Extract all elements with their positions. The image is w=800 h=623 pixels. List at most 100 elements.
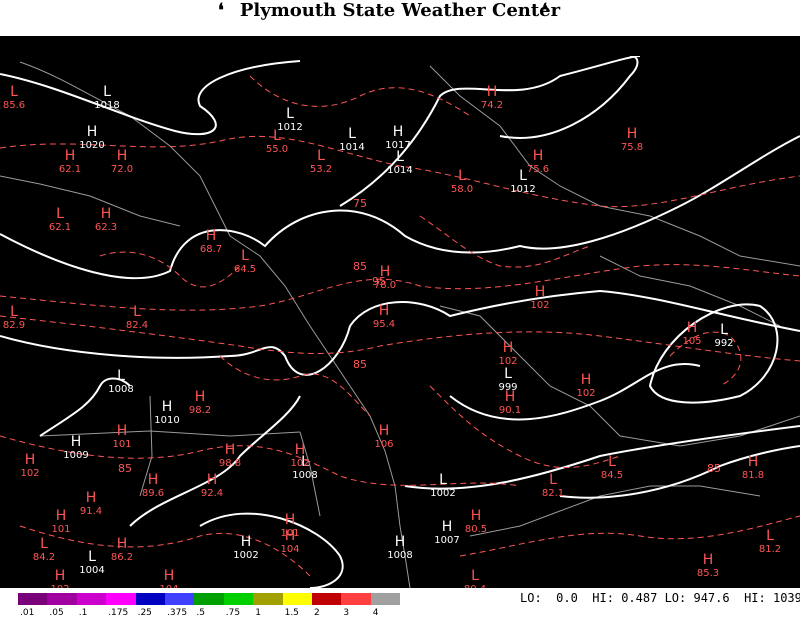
precip-lo-label: LO: <box>520 591 542 605</box>
temperature-center: L64.5 <box>234 248 256 275</box>
temperature-center-value: 80.5 <box>465 524 487 535</box>
pressure-center-type: L <box>504 366 512 382</box>
temperature-center-type: L <box>549 472 557 488</box>
pressure-center: H1009 <box>63 434 88 461</box>
temperature-center-value: 68.7 <box>200 244 222 255</box>
pressure-center: L1008 <box>108 368 133 395</box>
temperature-center-value: 104 <box>280 544 299 555</box>
legend-swatch <box>253 593 283 605</box>
isotherm <box>0 264 800 311</box>
pressure-center-value: 1008 <box>387 550 412 561</box>
temperature-center-type: H <box>117 536 128 552</box>
pressure-center-type: L <box>286 106 294 122</box>
precip-hi-value: 0.487 <box>621 591 658 605</box>
temperature-center: H85.3 <box>697 552 719 579</box>
pressure-center: H1002 <box>233 534 258 561</box>
temperature-center-type: H <box>627 126 638 142</box>
legend-label: .01 <box>20 608 35 618</box>
temperature-center-type: L <box>471 568 479 584</box>
pressure-center-value: 1002 <box>233 550 258 561</box>
coastline <box>429 65 800 267</box>
temperature-center: L81.2 <box>759 528 781 555</box>
temperature-center: H74.2 <box>481 84 503 111</box>
temperature-center-value: 101 <box>51 524 70 535</box>
pressure-center: H1017 <box>385 124 410 151</box>
temperature-center-value: 85.6 <box>3 100 25 111</box>
temperature-center-value: 62.3 <box>95 222 117 233</box>
legend-swatch <box>341 593 371 605</box>
temperature-center-type: H <box>55 568 66 584</box>
temperature-center: L82.9 <box>3 304 25 331</box>
temperature-center: H80.5 <box>465 508 487 535</box>
pressure-center-value: 1014 <box>387 165 412 176</box>
temperature-center: H62.3 <box>95 206 117 233</box>
temperature-center: H101 <box>112 423 131 450</box>
temperature-center-value: 102 <box>576 388 595 399</box>
temperature-center-value: 55.0 <box>266 144 288 155</box>
pressure-center-value: 1020 <box>79 140 104 151</box>
temperature-center-type: H <box>65 148 76 164</box>
legend-swatch <box>312 593 342 605</box>
temperature-center-type: H <box>379 423 390 439</box>
legend-label: 3 <box>343 608 350 618</box>
temperature-center-value: 72.0 <box>111 164 133 175</box>
pressure-center: H1010 <box>154 399 179 426</box>
temperature-center-type: H <box>117 423 128 439</box>
pressure-center-value: 1014 <box>339 142 364 153</box>
pressure-center: L1002 <box>430 472 455 499</box>
temperature-center-value: 89.6 <box>142 488 164 499</box>
temperature-center-value: 75.6 <box>527 164 549 175</box>
temperature-center-value: 105 <box>682 336 701 347</box>
isotherm-label: 85 <box>707 462 721 475</box>
temperature-center: H102 <box>20 452 39 479</box>
temperature-center: L58.0 <box>451 168 473 195</box>
legend-swatch <box>370 593 401 605</box>
temperature-center-value: 85.3 <box>697 568 719 579</box>
temperature-center: H75.8 <box>621 126 643 153</box>
pressure-center-type: H <box>162 399 173 415</box>
pres-lo-label: LO: <box>664 591 687 605</box>
temperature-center: H72.0 <box>111 148 133 175</box>
flag-icon-right: ❛ <box>542 0 548 21</box>
temperature-center-value: 62.1 <box>59 164 81 175</box>
precip-hi-label: HI: <box>592 591 614 605</box>
legend-label: .25 <box>137 608 152 618</box>
isotherm-label: 85 <box>353 260 367 273</box>
temperature-center-value: 102 <box>290 458 309 469</box>
isotherm-label: 85 <box>118 462 132 475</box>
legend-label: 1 <box>255 608 261 618</box>
legend-swatch <box>223 593 254 605</box>
temperature-center-value: 64.5 <box>234 264 256 275</box>
pressure-center: H1020 <box>79 124 104 151</box>
pressure-center-type: H <box>442 519 453 535</box>
temperature-center-type: L <box>608 454 616 470</box>
temperature-center: H91.4 <box>80 490 102 517</box>
legend-label: .375 <box>167 608 188 618</box>
temperature-center-type: H <box>533 148 544 164</box>
temperature-center-type: L <box>317 148 325 164</box>
temperature-center: H102 <box>50 568 69 588</box>
isobar <box>499 56 639 139</box>
pressure-center-type: L <box>439 472 447 488</box>
pressure-center-type: L <box>103 84 111 100</box>
temperature-center: H102 <box>498 340 517 367</box>
temperature-center-value: 53.2 <box>310 164 332 175</box>
temperature-center-type: H <box>703 552 714 568</box>
pressure-center-value: 1010 <box>154 415 179 426</box>
pressure-center-value: 1012 <box>277 122 302 133</box>
temperature-center-type: H <box>207 472 218 488</box>
pressure-center-value: 1018 <box>94 100 119 111</box>
temperature-center-value: 95.4 <box>373 319 395 330</box>
temperature-center-type: H <box>285 528 296 544</box>
pressure-center-value: 1008 <box>292 470 317 481</box>
temperature-center-type: H <box>295 442 306 458</box>
temperature-center-value: 84.5 <box>601 470 623 481</box>
temperature-center: H75.6 <box>527 148 549 175</box>
temperature-center: L82.1 <box>542 472 564 499</box>
temperature-center-value: 81.8 <box>742 470 764 481</box>
temperature-center-type: H <box>148 472 159 488</box>
legend-label: 1.5 <box>284 608 299 618</box>
isobar <box>199 512 344 588</box>
isotherm-label: 85 <box>353 358 367 371</box>
legend-label: .1 <box>78 608 88 618</box>
